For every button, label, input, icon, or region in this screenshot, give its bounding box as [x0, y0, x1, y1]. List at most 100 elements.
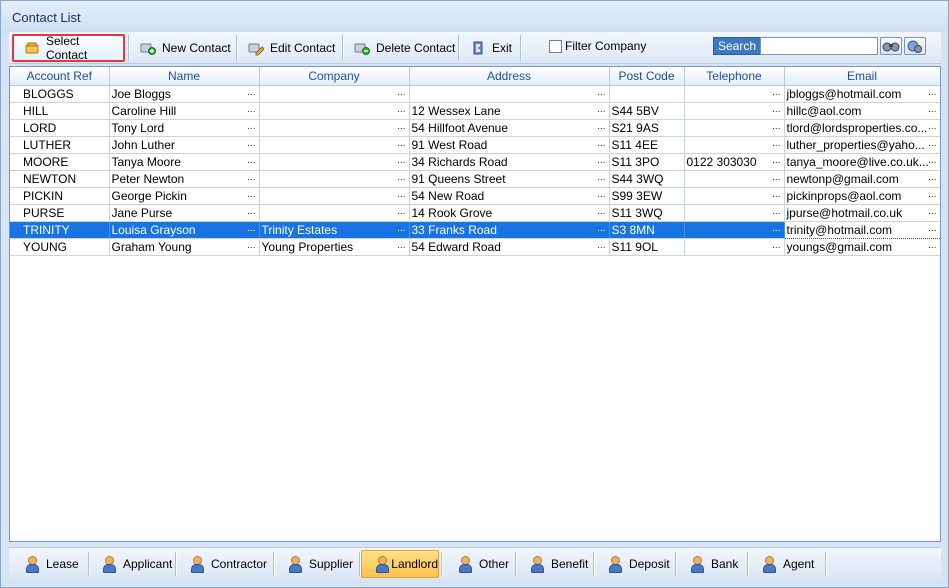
cell-name[interactable]: Peter Newton...: [109, 170, 260, 188]
cell-telephone[interactable]: ...: [684, 136, 785, 154]
cell-telephone[interactable]: ...: [684, 85, 785, 103]
cell-post-code[interactable]: S11 3PO: [609, 153, 685, 171]
cell-account-ref[interactable]: LORD: [10, 119, 110, 137]
cell-post-code[interactable]: S21 9AS: [609, 119, 685, 137]
cell-ellipsis-button[interactable]: ...: [928, 240, 936, 251]
cell-ellipsis-button[interactable]: ...: [772, 155, 780, 166]
cell-account-ref[interactable]: TRINITY: [10, 221, 110, 239]
column-header-address[interactable]: Address: [409, 67, 610, 86]
column-header-name[interactable]: Name: [109, 67, 260, 86]
cell-ellipsis-button[interactable]: ...: [247, 138, 255, 149]
cell-email[interactable]: jpurse@hotmail.co.uk...: [784, 204, 940, 222]
delete-contact-button[interactable]: Delete Contact: [344, 34, 457, 62]
cell-ellipsis-button[interactable]: ...: [247, 223, 255, 234]
cell-ellipsis-button[interactable]: ...: [772, 138, 780, 149]
cell-email[interactable]: jbloggs@hotmail.com...: [784, 85, 940, 103]
cell-ellipsis-button[interactable]: ...: [928, 223, 936, 234]
cell-email[interactable]: trinity@hotmail.com...: [783, 220, 940, 239]
tab-applicant[interactable]: Applicant: [89, 550, 173, 578]
cell-account-ref[interactable]: MOORE: [10, 153, 110, 171]
table-row[interactable]: LUTHER John Luther...... 91 West Road... S1…: [10, 136, 940, 154]
cell-ellipsis-button[interactable]: ...: [772, 206, 780, 217]
cell-email[interactable]: luther_properties@yaho......: [784, 136, 940, 154]
cell-telephone[interactable]: ...: [684, 238, 785, 256]
cell-ellipsis-button[interactable]: ...: [597, 104, 605, 115]
table-row[interactable]: NEWTON Peter Newton...... 91 Queens Street…: [10, 170, 940, 188]
cell-ellipsis-button[interactable]: ...: [397, 172, 405, 183]
cell-company[interactable]: ...: [259, 136, 410, 154]
tab-bank[interactable]: Bank: [677, 550, 745, 578]
column-header-email[interactable]: Email: [784, 67, 940, 86]
cell-email[interactable]: pickinprops@aol.com...: [784, 187, 940, 205]
cell-email[interactable]: tlord@lordsproperties.co......: [784, 119, 940, 137]
cell-email[interactable]: tanya_moore@live.co.uk......: [784, 153, 940, 171]
cell-ellipsis-button[interactable]: ...: [597, 206, 605, 217]
tab-deposit[interactable]: Deposit: [595, 550, 673, 578]
filter-company-checkbox[interactable]: [549, 40, 562, 53]
cell-address[interactable]: 54 New Road...: [409, 187, 610, 205]
cell-post-code[interactable]: S11 4EE: [609, 136, 685, 154]
tab-other[interactable]: Other: [445, 550, 513, 578]
column-header-telephone[interactable]: Telephone: [684, 67, 785, 86]
cell-account-ref[interactable]: NEWTON: [10, 170, 110, 188]
cell-email[interactable]: newtonp@gmail.com...: [784, 170, 940, 188]
new-contact-button[interactable]: New Contact: [130, 34, 234, 62]
cell-telephone[interactable]: ...: [684, 119, 785, 137]
cell-name[interactable]: Tony Lord...: [109, 119, 260, 137]
cell-company[interactable]: Trinity Estates...: [259, 221, 410, 239]
column-header-post-code[interactable]: Post Code: [609, 67, 685, 86]
table-row[interactable]: LORD Tony Lord...... 54 Hillfoot Avenue...…: [10, 119, 940, 137]
cell-post-code[interactable]: S44 5BV: [609, 102, 685, 120]
cell-company[interactable]: ...: [259, 102, 410, 120]
cell-name[interactable]: Jane Purse...: [109, 204, 260, 222]
table-row[interactable]: BLOGGS Joe Bloggs............ jbloggs@hotm…: [10, 85, 940, 103]
exit-button[interactable]: Exit: [460, 34, 518, 62]
cell-email[interactable]: youngs@gmail.com...: [784, 238, 940, 256]
cell-ellipsis-button[interactable]: ...: [397, 206, 405, 217]
cell-ellipsis-button[interactable]: ...: [772, 121, 780, 132]
cell-company[interactable]: ...: [259, 187, 410, 205]
cell-ellipsis-button[interactable]: ...: [597, 121, 605, 132]
cell-company[interactable]: ...: [259, 85, 410, 103]
cell-ellipsis-button[interactable]: ...: [772, 87, 780, 98]
cell-address[interactable]: 54 Hillfoot Avenue...: [409, 119, 610, 137]
cell-telephone[interactable]: ...: [684, 102, 785, 120]
cell-name[interactable]: George Pickin...: [109, 187, 260, 205]
cell-ellipsis-button[interactable]: ...: [772, 223, 780, 234]
cell-ellipsis-button[interactable]: ...: [597, 155, 605, 166]
cell-post-code[interactable]: S11 3WQ: [609, 204, 685, 222]
cell-account-ref[interactable]: LUTHER: [10, 136, 110, 154]
table-row[interactable]: TRINITY Louisa Grayson... Trinity Estates.…: [10, 220, 940, 239]
cell-post-code[interactable]: S11 9OL: [609, 238, 685, 256]
cell-address[interactable]: 91 West Road...: [409, 136, 610, 154]
cell-ellipsis-button[interactable]: ...: [597, 87, 605, 98]
tab-supplier[interactable]: Supplier: [275, 550, 357, 578]
cell-ellipsis-button[interactable]: ...: [772, 189, 780, 200]
cell-post-code[interactable]: S99 3EW: [609, 187, 685, 205]
cell-address[interactable]: ...: [409, 85, 610, 103]
cell-company[interactable]: ...: [259, 119, 410, 137]
cell-ellipsis-button[interactable]: ...: [247, 87, 255, 98]
cell-ellipsis-button[interactable]: ...: [397, 87, 405, 98]
cell-ellipsis-button[interactable]: ...: [597, 240, 605, 251]
cell-ellipsis-button[interactable]: ...: [397, 240, 405, 251]
cell-name[interactable]: Graham Young...: [109, 238, 260, 256]
cell-ellipsis-button[interactable]: ...: [397, 155, 405, 166]
cell-ellipsis-button[interactable]: ...: [928, 189, 936, 200]
edit-contact-button[interactable]: Edit Contact: [238, 34, 341, 62]
cell-ellipsis-button[interactable]: ...: [397, 189, 405, 200]
column-header-account-ref[interactable]: Account Ref: [10, 67, 110, 86]
cell-company[interactable]: ...: [259, 204, 410, 222]
search-options-button[interactable]: [904, 37, 926, 55]
cell-ellipsis-button[interactable]: ...: [247, 206, 255, 217]
cell-ellipsis-button[interactable]: ...: [397, 223, 405, 234]
cell-ellipsis-button[interactable]: ...: [772, 172, 780, 183]
cell-ellipsis-button[interactable]: ...: [928, 104, 936, 115]
cell-address[interactable]: 54 Edward Road...: [409, 238, 610, 256]
cell-telephone[interactable]: ...: [684, 187, 785, 205]
cell-company[interactable]: ...: [259, 153, 410, 171]
cell-address[interactable]: 14 Rook Grove...: [409, 204, 610, 222]
cell-ellipsis-button[interactable]: ...: [247, 104, 255, 115]
cell-company[interactable]: Young Properties...: [259, 238, 410, 256]
tab-benefit[interactable]: Benefit: [517, 550, 591, 578]
